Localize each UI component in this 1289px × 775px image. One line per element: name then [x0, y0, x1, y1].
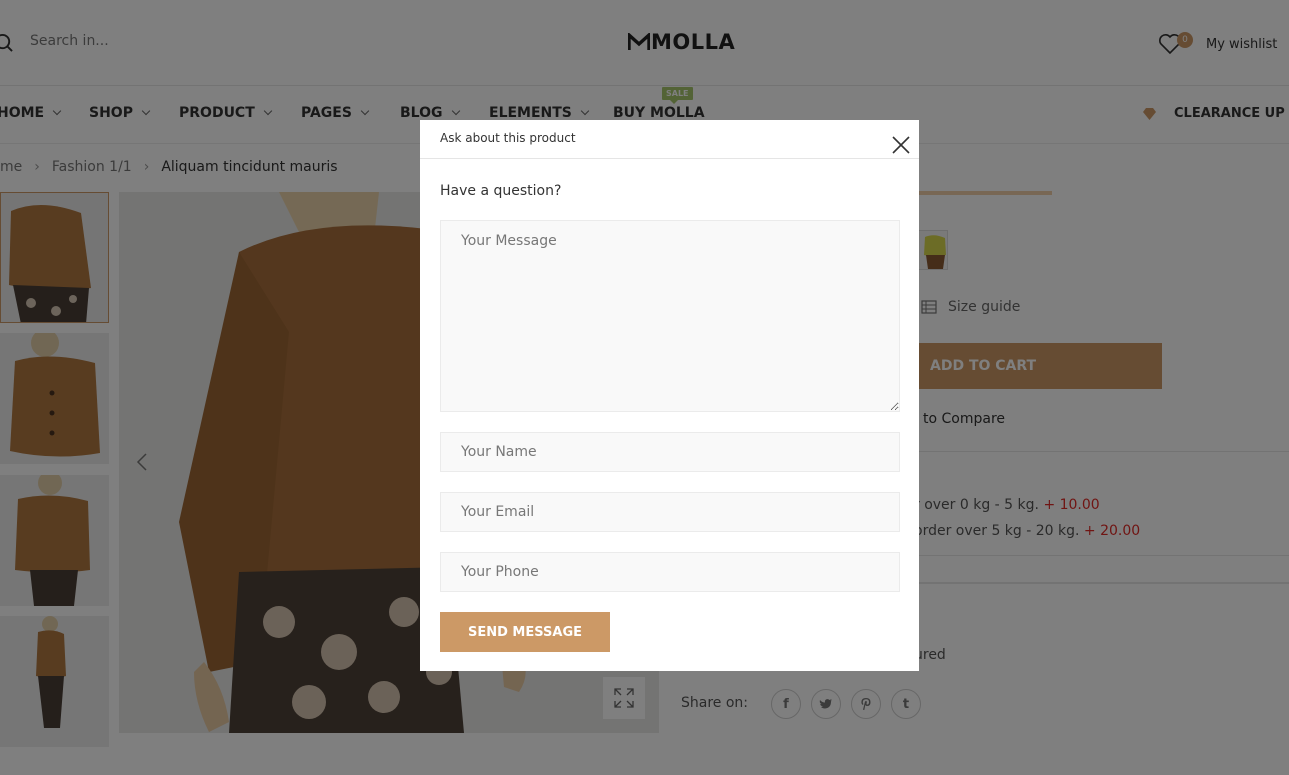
modal-header: Ask about this product — [420, 120, 919, 159]
phone-input[interactable] — [440, 552, 900, 592]
modal-title: Ask about this product — [440, 131, 576, 145]
message-textarea[interactable] — [440, 220, 900, 412]
name-input[interactable] — [440, 432, 900, 472]
ask-question-modal: Ask about this product Have a question? … — [420, 120, 919, 671]
send-message-button[interactable]: SEND MESSAGE — [440, 612, 610, 652]
close-icon[interactable] — [891, 135, 911, 155]
modal-question-heading: Have a question? — [440, 183, 562, 199]
email-input[interactable] — [440, 492, 900, 532]
